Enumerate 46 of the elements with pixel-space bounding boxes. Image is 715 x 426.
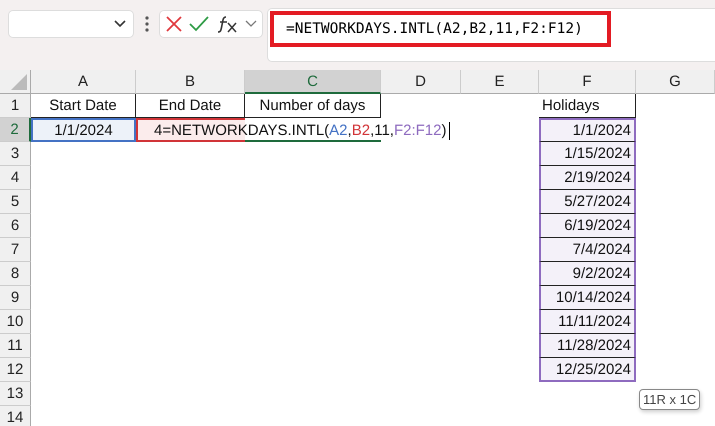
table-cell: 11/28/2024 [539,334,636,358]
cell-formula-text[interactable]: 4=NETWORKDAYS.INTL(A2,B2,11,F2:F12) [154,122,450,140]
row-header[interactable]: 13 [0,382,31,406]
table-cell: End Date [136,94,245,118]
table-cell: Number of days [245,94,381,118]
more-options-icon[interactable] [145,16,149,32]
table-cell: Holidays [539,94,636,118]
function-icon[interactable] [216,15,238,33]
row-header[interactable]: 12 [0,358,31,382]
column-header[interactable]: D [381,70,461,94]
table-cell: 6/19/2024 [539,214,636,238]
column-header[interactable]: G [636,70,715,94]
column-header[interactable]: E [461,70,539,94]
column-header[interactable]: A [31,70,136,94]
row-header[interactable]: 1 [0,94,31,118]
row-header[interactable]: 10 [0,310,31,334]
row-header[interactable]: 7 [0,238,31,262]
chevron-down-icon[interactable] [113,19,127,29]
formula-bar[interactable]: =NETWORKDAYS.INTL(A2,B2,11,F2:F12) [267,8,715,62]
row-header[interactable]: 2 [0,118,31,142]
table-cell: 1/15/2024 [539,142,636,166]
table-cell: 11/11/2024 [539,310,636,334]
table-cell: Start Date [31,94,136,118]
row-header[interactable]: 8 [0,262,31,286]
row-header[interactable]: 11 [0,334,31,358]
table-cell: 5/27/2024 [539,190,636,214]
table-cell: 1/1/2024 [539,118,636,142]
row-header[interactable]: 6 [0,214,31,238]
column-header[interactable]: C [245,70,381,94]
selection-size-tooltip: 11R x 1C [639,389,700,410]
table-cell: 1/1/2024 [31,118,136,142]
table-cell: 7/4/2024 [539,238,636,262]
formula-text: =NETWORKDAYS.INTL(A2,B2,11,F2:F12) [270,11,611,47]
row-header[interactable]: 5 [0,190,31,214]
column-header[interactable]: B [136,70,245,94]
table-cell: 10/14/2024 [539,286,636,310]
row-header[interactable]: 9 [0,286,31,310]
row-header[interactable]: 3 [0,142,31,166]
table-cell: 9/2/2024 [539,262,636,286]
column-header[interactable]: F [539,70,636,94]
row-header[interactable]: 14 [0,406,31,426]
row-header[interactable]: 4 [0,166,31,190]
table-cell: 12/25/2024 [539,358,636,382]
checkmark-icon[interactable] [189,16,209,32]
cancel-icon[interactable] [166,16,182,32]
table-cell: 2/19/2024 [539,166,636,190]
